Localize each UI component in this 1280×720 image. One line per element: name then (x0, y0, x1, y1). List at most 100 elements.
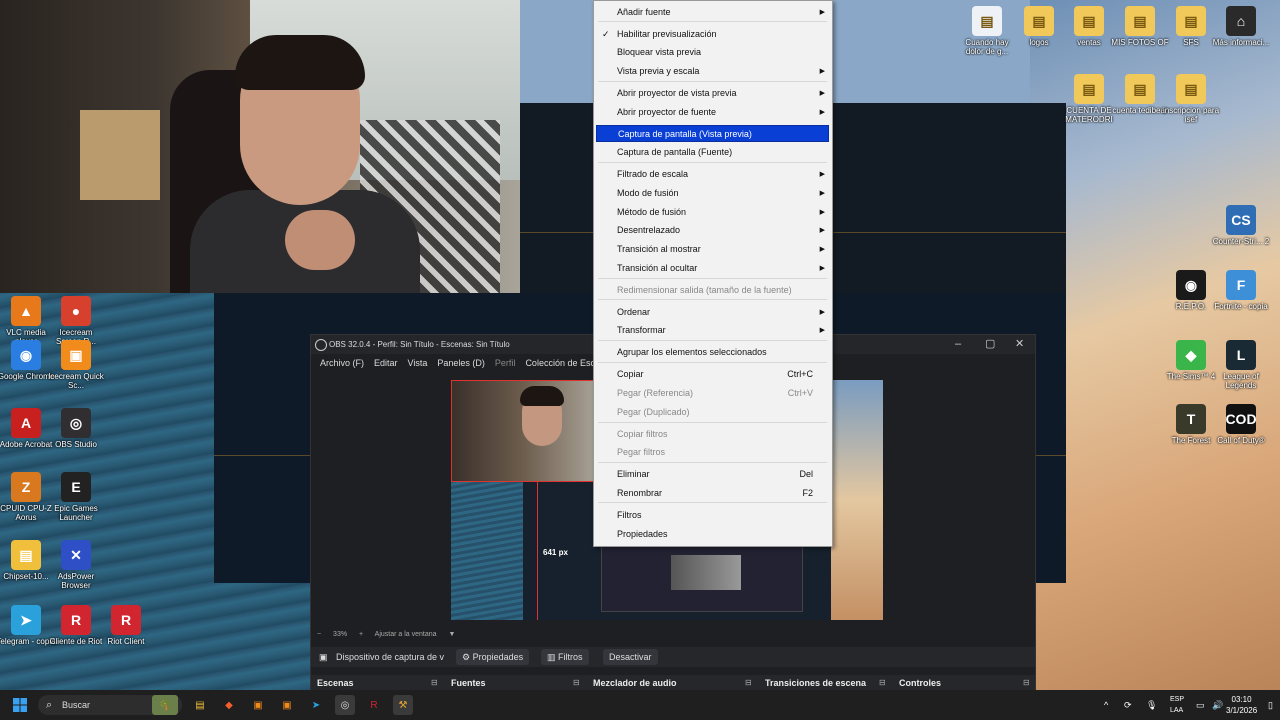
chevron-down-icon[interactable]: ▼ (449, 631, 456, 638)
menu-item-33[interactable]: Renombrar F2 (596, 485, 829, 502)
desktop-icon-label: Más informaci... (1212, 38, 1270, 47)
menu-item-35[interactable]: Filtros (596, 507, 829, 524)
menu-item-15[interactable]: Transición al mostrar ▶ (596, 241, 829, 258)
notifications-icon[interactable]: ▯ (1268, 690, 1273, 720)
app-icon: ◎ (61, 408, 91, 438)
menu-item-20[interactable]: Ordenar ▶ (596, 304, 829, 321)
menu-item-12[interactable]: Modo de fusión ▶ (596, 185, 829, 202)
menu-item-7[interactable]: Abrir proyector de fuente ▶ (596, 104, 829, 121)
riot-client-icon[interactable]: R (364, 695, 384, 715)
menu-vista[interactable]: Vista (403, 354, 433, 373)
menu-archivo[interactable]: Archivo (F) (315, 354, 369, 373)
dock-transitions-menu-icon[interactable]: ⊟ (879, 675, 886, 691)
menu-item-25[interactable]: Copiar Ctrl+C (596, 366, 829, 383)
desktop-icon[interactable]: R Riot Client (96, 605, 156, 646)
menu-item-13[interactable]: Método de fusión ▶ (596, 204, 829, 221)
dock-controls-menu-icon[interactable]: ⊟ (1023, 675, 1030, 691)
dock-controls[interactable]: Controles (899, 675, 941, 691)
windows-start-icon[interactable] (13, 698, 27, 712)
desktop-icon[interactable]: ▣ Icecream Quick Sc... (46, 340, 106, 390)
clock-date: 3/1/2026 (1226, 706, 1258, 715)
lang-code: ESP (1170, 696, 1185, 703)
menu-item-9[interactable]: Captura de pantalla (Fuente) (596, 144, 829, 161)
taskbar: ⌕ Buscar 🌴 ▤ ◆ ▣ ▣ ➤ ◎ R ⚒ ^ ⟳ 🎙 ESP LAA… (0, 690, 1280, 720)
menu-item-3[interactable]: Bloquear vista previa (596, 44, 829, 61)
volume-icon[interactable]: 🔊 (1212, 690, 1223, 720)
minimize-icon[interactable]: – (955, 335, 961, 354)
app-icon: ▤ (1074, 6, 1104, 36)
desktop-icon[interactable]: F Fortnite - copia (1211, 270, 1271, 311)
menu-item-6[interactable]: Abrir proyector de vista previa ▶ (596, 85, 829, 102)
menu-item-14[interactable]: Desentrelazado ▶ (596, 222, 829, 239)
menu-item-0[interactable]: Añadir fuente ▶ (596, 4, 829, 21)
menu-perfil[interactable]: Perfil (490, 354, 521, 373)
menu-item-label: Pegar (Duplicado) (617, 407, 690, 417)
active-app-icon[interactable]: ⚒ (393, 695, 413, 715)
properties-button[interactable]: ⚙ Propiedades (456, 649, 530, 665)
maximize-icon[interactable]: ▢ (985, 335, 995, 354)
desktop-icon[interactable]: E Epic Games Launcher (46, 472, 106, 522)
language-indicator[interactable]: ESP LAA (1170, 694, 1184, 716)
menu-item-8[interactable]: Captura de pantalla (Vista previa) (596, 125, 829, 142)
desktop-icon[interactable]: ⌂ Más informaci... (1211, 6, 1271, 47)
desktop-icon[interactable]: ▤ Cuando hay dolor de g... (957, 6, 1017, 56)
submenu-arrow-icon: ▶ (819, 227, 825, 234)
display-icon[interactable]: ▭ (1196, 690, 1205, 720)
selected-source-outline[interactable] (451, 380, 595, 482)
desktop-icon[interactable]: ✕ AdsPower Browser (46, 540, 106, 590)
obs-taskbar-icon[interactable]: ◎ (335, 695, 355, 715)
menu-editar[interactable]: Editar (369, 354, 403, 373)
menu-item-label: Captura de pantalla (Vista previa) (618, 129, 752, 139)
desktop-icon[interactable]: L League of Legends (1211, 340, 1271, 390)
clock[interactable]: 03:10 3/1/2026 (1226, 694, 1257, 716)
menu-item-21[interactable]: Transformar ▶ (596, 322, 829, 339)
desktop-icon[interactable]: COD Call of Duty® (1211, 404, 1271, 445)
dock-scenes[interactable]: Escenas (317, 675, 354, 691)
menu-item-label: Captura de pantalla (Fuente) (617, 147, 733, 157)
dock-sources[interactable]: Fuentes (451, 675, 486, 691)
desktop-icon[interactable]: ▤ inscripcion para isef (1161, 74, 1221, 124)
dock-audio-mixer[interactable]: Mezclador de audio (593, 675, 677, 691)
menu-item-4[interactable]: Vista previa y escala ▶ (596, 63, 829, 80)
menu-item-16[interactable]: Transición al ocultar ▶ (596, 260, 829, 277)
dock-mixer-menu-icon[interactable]: ⊟ (745, 675, 752, 691)
microphone-icon[interactable]: 🎙 (1146, 690, 1157, 720)
app-icon: A (11, 408, 41, 438)
file-explorer-icon[interactable]: ▤ (190, 695, 210, 715)
deactivate-button[interactable]: Desactivar (603, 649, 658, 665)
network-sync-icon[interactable]: ⟳ (1124, 690, 1132, 720)
dock-sources-menu-icon[interactable]: ⊟ (573, 675, 580, 691)
menu-item-36[interactable]: Propiedades (596, 526, 829, 543)
zoom-fit-option[interactable]: Ajustar a la ventana (375, 631, 437, 638)
desktop-icon[interactable]: ●Icecream Screen R... (46, 296, 106, 346)
clock-time: 03:10 (1231, 695, 1252, 704)
menu-paneles[interactable]: Paneles (D) (432, 354, 490, 373)
menu-shortcut: F2 (802, 488, 813, 498)
zoom-out-icon[interactable]: − (317, 631, 321, 638)
zoom-in-icon[interactable]: + (359, 631, 363, 638)
desktop-icon[interactable]: CS Counter-Stri... 2 (1211, 205, 1271, 246)
desktop-icon-label: OBS Studio (55, 440, 97, 449)
filters-button[interactable]: ▥ Filtros (541, 649, 589, 665)
show-hidden-icons[interactable]: ^ (1104, 690, 1108, 720)
icecream-quick-icon[interactable]: ▣ (277, 695, 297, 715)
app-icon: ▤ (1024, 6, 1054, 36)
brave-browser-icon[interactable]: ◆ (219, 695, 239, 715)
submenu-arrow-icon: ▶ (819, 171, 825, 178)
telegram-icon[interactable]: ➤ (306, 695, 326, 715)
menu-item-32[interactable]: Eliminar Del (596, 466, 829, 483)
app-icon: ◉ (11, 340, 41, 370)
close-icon[interactable]: ✕ (1015, 335, 1024, 354)
icecream-icon[interactable]: ▣ (248, 695, 268, 715)
dock-scenes-menu-icon[interactable]: ⊟ (431, 675, 438, 691)
desktop-icon[interactable]: ◎ OBS Studio (46, 408, 106, 449)
dock-transitions[interactable]: Transiciones de escena (765, 675, 866, 691)
menu-separator (598, 502, 827, 503)
preview-distance-label: 641 px (543, 548, 568, 557)
menu-item-23[interactable]: Agrupar los elementos seleccionados (596, 344, 829, 361)
widgets-icon[interactable]: 🌴 (152, 695, 178, 715)
menu-item-11[interactable]: Filtrado de escala ▶ (596, 166, 829, 183)
app-icon: ◆ (1176, 340, 1206, 370)
menu-item-2[interactable]: Habilitar previsualización ✓ (596, 26, 829, 43)
app-icon: F (1226, 270, 1256, 300)
